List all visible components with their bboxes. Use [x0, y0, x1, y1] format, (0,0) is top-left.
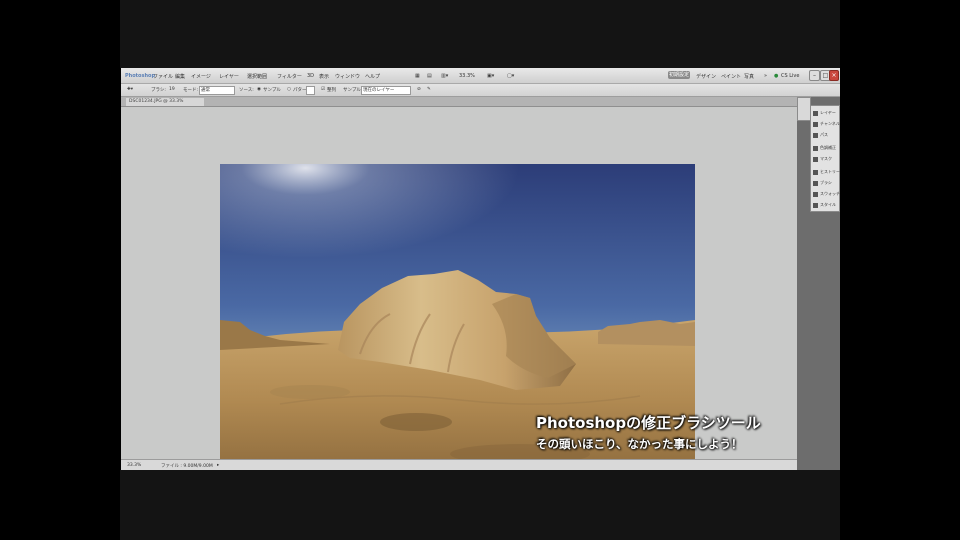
- menu-layer[interactable]: レイヤー: [219, 73, 239, 80]
- status-arrow-icon[interactable]: ▸: [217, 463, 219, 468]
- extras-icon[interactable]: ▥▾: [441, 73, 448, 79]
- panel-brushes[interactable]: ブラシ: [813, 178, 837, 187]
- menu-app-logo[interactable]: Photoshop: [125, 73, 155, 79]
- photoshop-window: Photoshop ファイル 編集 イメージ レイヤー 選択範囲 フィルター 3…: [121, 68, 840, 470]
- swatches-icon: [813, 191, 818, 197]
- pressure-icon[interactable]: ✎: [427, 87, 431, 92]
- panel-history[interactable]: ヒストリー: [813, 167, 840, 176]
- caption-title: Photoshopの修正ブラシツール: [536, 414, 761, 432]
- panel-dock: レイヤー チャンネル パス 色調補正 マスク ヒストリー ブラシ スウォッチ ス…: [810, 105, 840, 212]
- brush-size-value[interactable]: 19: [169, 87, 175, 92]
- source-sampled-label: サンプル: [263, 88, 281, 93]
- workspace-more-icon[interactable]: »: [764, 73, 767, 79]
- source-sampled-radio[interactable]: ◉: [257, 87, 261, 92]
- mode-value: 通常: [201, 88, 210, 93]
- aligned-checkbox[interactable]: ☑: [321, 87, 325, 92]
- channels-icon: [813, 121, 818, 127]
- menu-view[interactable]: 表示: [319, 73, 329, 80]
- menu-bar: Photoshop ファイル 編集 イメージ レイヤー 選択範囲 フィルター 3…: [121, 68, 840, 84]
- minimize-button[interactable]: –: [809, 70, 820, 81]
- layers-icon: [813, 110, 818, 116]
- healing-brush-tool-icon[interactable]: ✚▾: [127, 87, 133, 92]
- brushes-icon: [813, 180, 818, 186]
- workspace-paint-button[interactable]: ペイント: [721, 73, 741, 80]
- menu-select[interactable]: 選択範囲: [247, 73, 267, 80]
- panel-swatches[interactable]: スウォッチ: [813, 189, 840, 198]
- caption-subtitle: その頭いほこり、なかった事にしよう！: [536, 437, 743, 451]
- cs-live-link[interactable]: CS Live: [781, 73, 799, 79]
- menu-file[interactable]: ファイル: [153, 73, 173, 80]
- brush-label: ブラシ:: [151, 88, 166, 93]
- screen-mode-icon[interactable]: ▢▾: [507, 73, 514, 79]
- menu-3d[interactable]: 3D: [307, 73, 314, 79]
- panel-adjustments[interactable]: 色調補正: [813, 143, 837, 152]
- workspace-photo-button[interactable]: 写真: [744, 73, 754, 80]
- menu-filter[interactable]: フィルター: [277, 73, 302, 80]
- menu-image[interactable]: イメージ: [191, 73, 211, 80]
- mode-label: モード:: [183, 88, 199, 93]
- collapse-panels-button[interactable]: [797, 97, 811, 121]
- menu-help[interactable]: ヘルプ: [365, 73, 380, 80]
- document-tab[interactable]: DSC01234.JPG @ 33.3%: [126, 98, 204, 106]
- aligned-label: 整列: [327, 88, 336, 93]
- panel-styles[interactable]: スタイル: [813, 200, 837, 209]
- zoom-level[interactable]: 33.3%: [459, 73, 475, 79]
- workspace-essentials-button[interactable]: 初期設定: [668, 71, 690, 79]
- panel-layers[interactable]: レイヤー: [813, 108, 837, 117]
- document-tab-strip: DSC01234.JPG @ 33.3%: [121, 97, 797, 107]
- letterbox-top: [120, 0, 840, 68]
- source-label: ソース:: [239, 88, 254, 93]
- source-pattern-radio[interactable]: ○: [287, 87, 291, 92]
- letterbox-left: [0, 0, 120, 540]
- panel-channels[interactable]: チャンネル: [813, 119, 840, 128]
- letterbox-bottom: [120, 470, 840, 540]
- letterbox-right: [840, 0, 960, 540]
- menu-edit[interactable]: 編集: [175, 73, 185, 80]
- status-bar: 33.3% ファイル : 9.00M/9.00M ▸: [121, 459, 797, 470]
- adjustments-icon: [813, 145, 818, 151]
- panel-masks[interactable]: マスク: [813, 154, 837, 163]
- canvas-area[interactable]: [121, 107, 797, 470]
- workspace-design-button[interactable]: デザイン: [696, 73, 716, 80]
- status-zoom[interactable]: 33.3%: [127, 463, 141, 468]
- cs-live-icon[interactable]: ●: [774, 73, 778, 79]
- styles-icon: [813, 202, 818, 208]
- history-icon: [813, 169, 818, 175]
- masks-icon: [813, 156, 818, 162]
- menu-window[interactable]: ウィンドウ: [335, 73, 360, 80]
- sample-label: サンプル:: [343, 88, 363, 93]
- bridge-icon[interactable]: ▦: [415, 73, 420, 79]
- sample-value: 現在のレイヤー: [363, 88, 395, 93]
- paths-icon: [813, 132, 818, 138]
- panel-paths[interactable]: パス: [813, 130, 837, 139]
- ignore-adjustment-icon[interactable]: ⊘: [417, 87, 421, 92]
- arrange-icon[interactable]: ▣▾: [487, 73, 494, 79]
- pattern-swatch[interactable]: [306, 86, 315, 95]
- options-bar: ✚▾ ブラシ: 19 モード: 通常 ソース: ◉ サンプル ○ パターン ☑ …: [121, 84, 840, 97]
- minibridge-icon[interactable]: ▤: [427, 73, 432, 79]
- status-file-info[interactable]: ファイル : 9.00M/9.00M: [161, 463, 213, 469]
- close-button[interactable]: ×: [829, 70, 839, 81]
